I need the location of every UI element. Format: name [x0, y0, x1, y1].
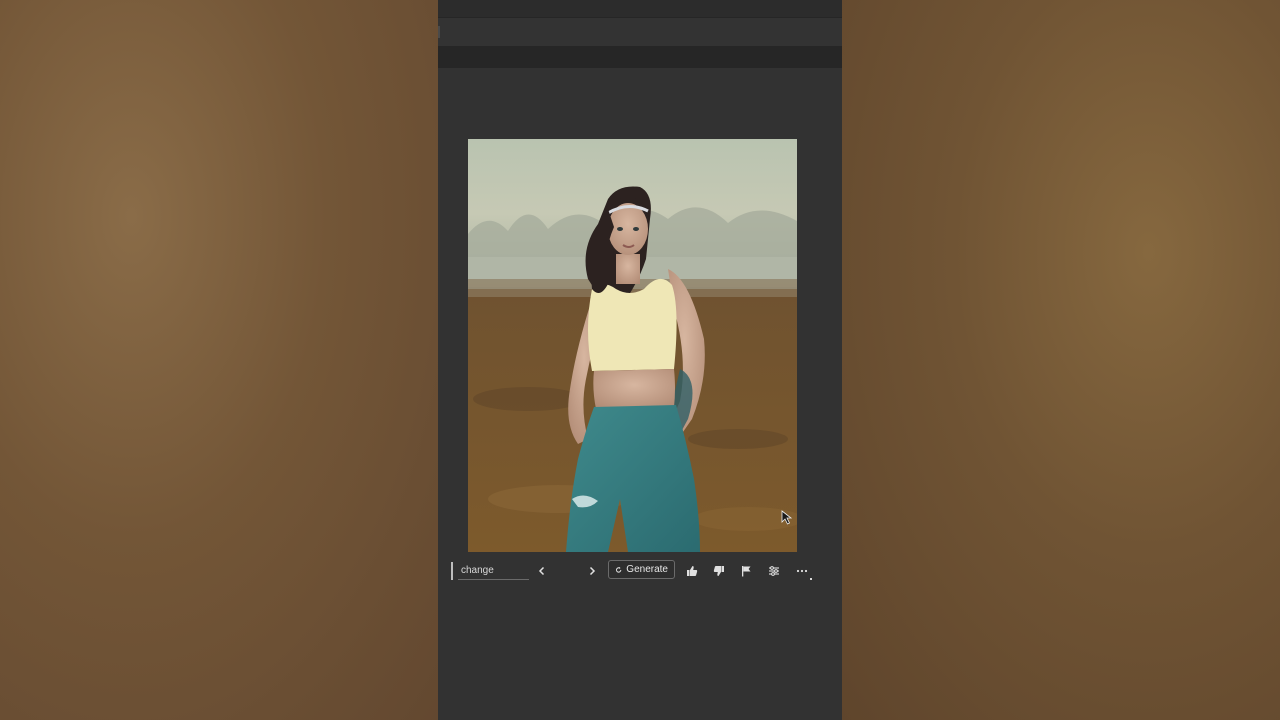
- generate-label: Generate: [626, 564, 668, 575]
- generate-button[interactable]: Generate: [608, 560, 675, 579]
- task-bar-grip[interactable]: [451, 562, 453, 580]
- resize-handle-dot: [810, 578, 812, 580]
- mouse-cursor-icon: [781, 510, 793, 525]
- contextual-task-bar: Generate: [450, 560, 814, 582]
- document-tab-bar: [438, 46, 842, 68]
- blurred-backdrop-left: [0, 0, 438, 720]
- like-button[interactable]: [684, 563, 700, 579]
- sliders-icon: [769, 566, 779, 576]
- more-options-button[interactable]: [794, 563, 810, 579]
- options-bar: [438, 18, 842, 46]
- prompt-input[interactable]: [458, 562, 529, 580]
- next-variation-button[interactable]: [584, 563, 600, 579]
- canvas-photo[interactable]: [468, 139, 797, 552]
- chevron-right-icon: [589, 566, 596, 576]
- thumbs-down-icon: [713, 566, 724, 576]
- chevron-left-icon: [538, 566, 545, 576]
- report-button[interactable]: [738, 563, 754, 579]
- dislike-button[interactable]: [711, 563, 727, 579]
- title-bar: [438, 0, 842, 18]
- refresh-icon: [615, 566, 622, 573]
- more-horizontal-icon: [796, 569, 808, 573]
- flag-icon: [742, 566, 751, 577]
- photo-illustration: [468, 139, 797, 552]
- editor-window: Generate: [438, 0, 842, 720]
- previous-variation-button[interactable]: [534, 563, 550, 579]
- blurred-backdrop-right: [842, 0, 1280, 720]
- options-bar-edge: [438, 26, 440, 38]
- thumbs-up-icon: [687, 566, 698, 576]
- options-button[interactable]: [766, 563, 782, 579]
